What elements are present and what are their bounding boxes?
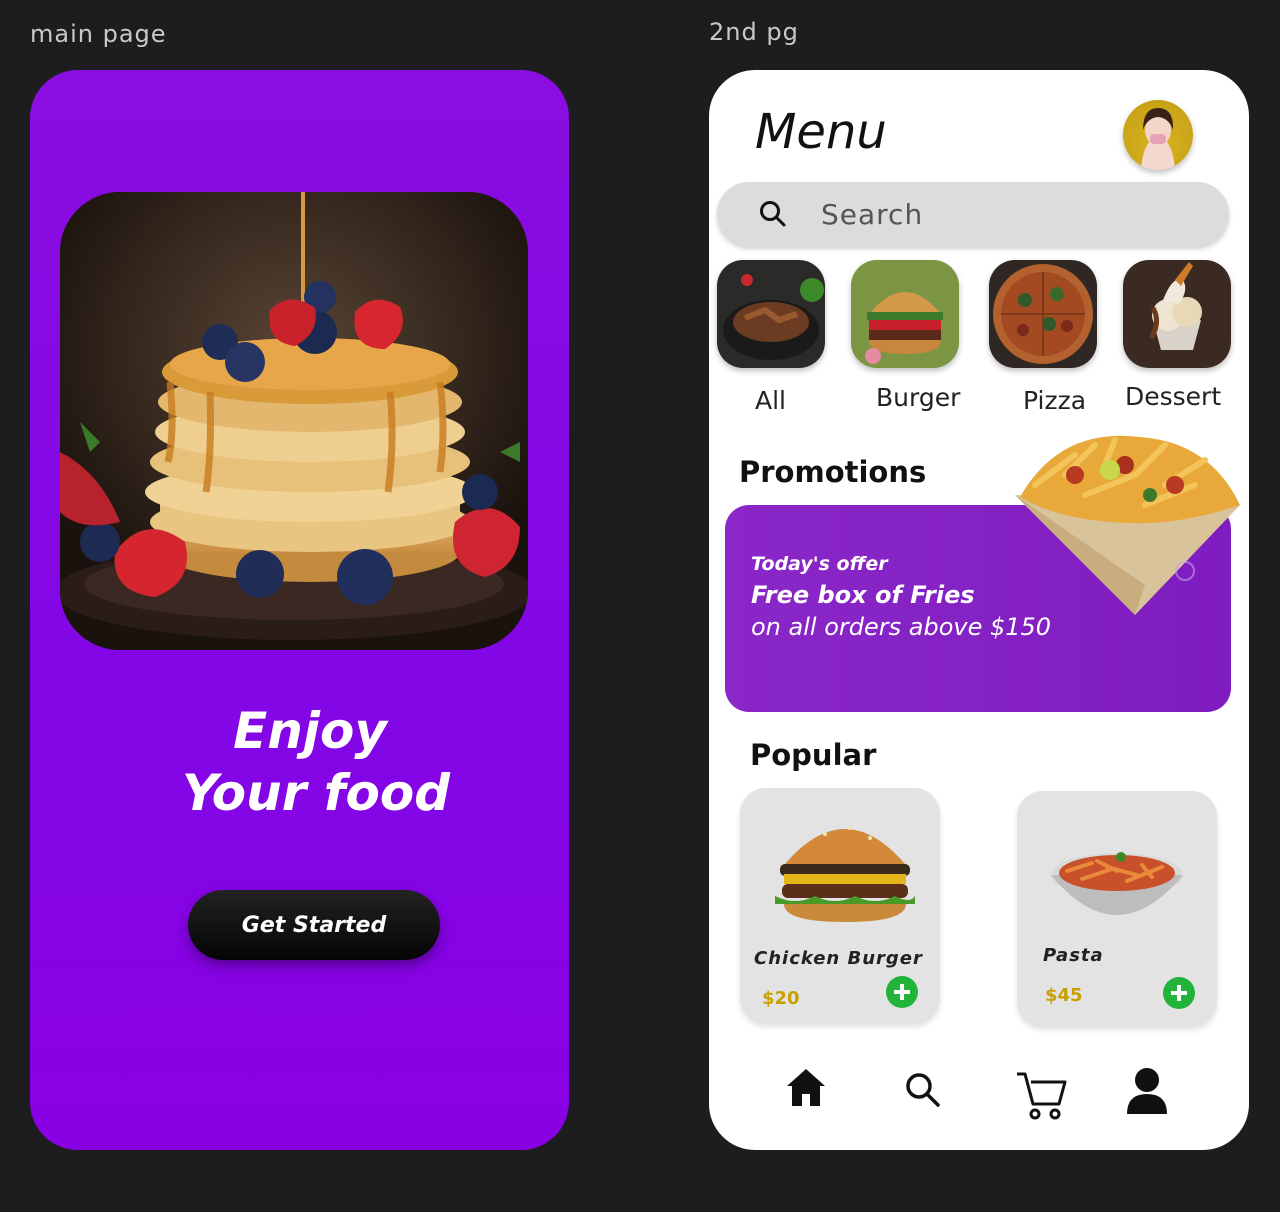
search-input[interactable]: Search [821,198,923,231]
hero-title-line2: Your food [181,764,451,822]
category-label-pizza: Pizza [1023,386,1087,415]
add-to-cart-button[interactable] [886,976,918,1008]
home-icon[interactable] [785,1066,827,1113]
page-title: Menu [755,104,887,160]
category-label-all: All [755,386,786,415]
pasta-image [1051,852,1183,915]
category-dessert[interactable] [1123,260,1231,368]
promotions-heading: Promotions [739,455,927,489]
popular-item-card[interactable]: Chicken Burger $20 [740,788,940,1024]
search-bar[interactable]: Search [717,182,1229,246]
search-icon[interactable] [905,1072,941,1113]
menu-page-screen: Menu Search All Burger Pizza Dessert Pro… [709,70,1249,1150]
add-to-cart-button[interactable] [1163,977,1195,1009]
category-label-dessert: Dessert [1125,382,1222,411]
chicken-burger-image [775,826,915,922]
plus-icon [894,984,910,1000]
promo-condition: on all orders above $150 [751,613,1052,641]
item-price: $20 [762,988,800,1009]
avatar[interactable] [1123,100,1193,170]
cart-icon[interactable] [1015,1070,1067,1127]
hero-title-line1: Enjoy [233,702,387,760]
frame-label-main-page: main page [30,20,167,48]
plus-icon [1171,985,1187,1001]
item-name: Pasta [1043,945,1104,966]
fries-box-image [1015,435,1245,625]
promotion-banner[interactable]: Today's offer Free box of Fries on all o… [725,435,1240,712]
popular-heading: Popular [750,738,877,772]
popular-item-card[interactable]: Pasta $45 [1017,791,1217,1027]
profile-icon[interactable] [1125,1066,1169,1121]
promo-title: Free box of Fries [751,581,975,609]
pancake-hero-image [60,192,528,650]
category-burger[interactable] [851,260,959,368]
promo-kicker: Today's offer [751,553,888,575]
category-all[interactable] [717,260,825,368]
main-page-screen: Enjoy Your food Get Started [30,70,569,1150]
search-icon [759,200,787,233]
item-name: Chicken Burger [754,948,923,969]
item-price: $45 [1045,985,1083,1006]
get-started-button[interactable]: Get Started [188,890,440,960]
category-label-burger: Burger [876,383,961,412]
category-pizza[interactable] [989,260,1097,368]
frame-label-second-page: 2nd pg [709,18,799,46]
